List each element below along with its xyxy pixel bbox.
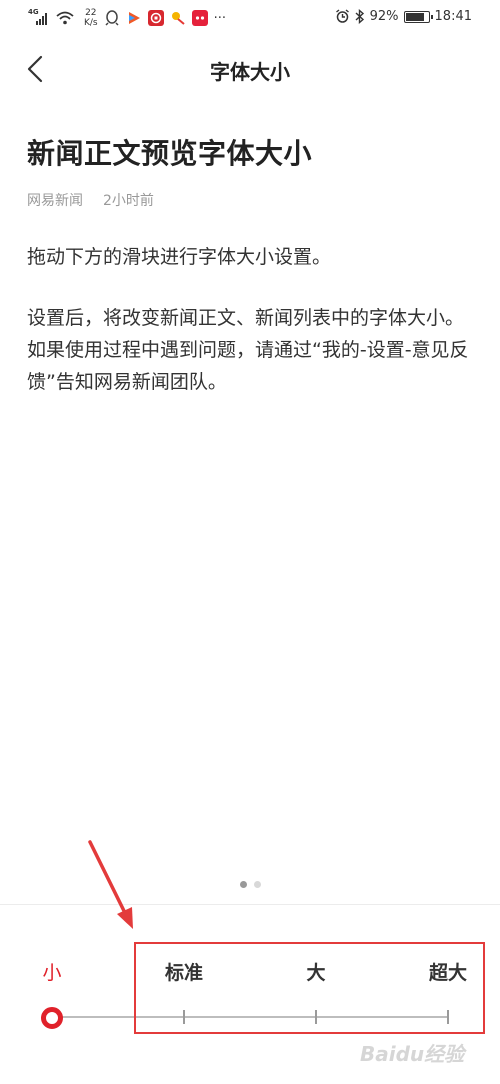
status-left: 4G 22 K/s ··· bbox=[28, 8, 226, 28]
bank-icon bbox=[147, 10, 164, 26]
page-dot bbox=[253, 881, 261, 888]
watermark: Baidu经验 bbox=[360, 1042, 465, 1066]
speed-unit: K/s bbox=[84, 18, 98, 28]
article-source: 网易新闻 bbox=[27, 193, 83, 209]
qq-icon bbox=[104, 10, 120, 26]
battery-icon bbox=[403, 10, 433, 23]
speed-value: 22 bbox=[85, 8, 97, 18]
status-right: 92% 18:41 bbox=[335, 9, 472, 24]
annotation-highlight-box bbox=[134, 942, 485, 1034]
alarm-icon bbox=[335, 9, 349, 23]
tmall-icon bbox=[191, 10, 208, 26]
nav-bar: 字体大小 bbox=[0, 36, 500, 102]
battery-level bbox=[405, 12, 424, 21]
size-option-small[interactable]: 小 bbox=[42, 958, 61, 985]
article-paragraph: 拖动下方的滑块进行字体大小设置。 bbox=[27, 246, 332, 268]
slider-handle[interactable] bbox=[41, 1007, 63, 1029]
network-speed: 22 K/s bbox=[84, 8, 98, 28]
clock-time: 18:41 bbox=[434, 9, 472, 24]
status-bar: 4G 22 K/s ··· 92% 18:41 bbox=[0, 0, 500, 36]
more-notifications-icon: ··· bbox=[213, 10, 227, 26]
article-title: 新闻正文预览字体大小 bbox=[27, 137, 313, 170]
divider bbox=[0, 904, 500, 905]
article-paragraph: 设置后，将改变新闻正文、新闻列表中的字体大小。如果使用过程中遇到问题，请通过“我… bbox=[27, 307, 469, 393]
battery-percent: 92% bbox=[369, 9, 399, 24]
cellular-signal-icon: 4G bbox=[28, 8, 50, 26]
wifi-icon bbox=[56, 11, 74, 25]
page-indicator bbox=[0, 881, 500, 888]
article-meta: 网易新闻 2小时前 bbox=[27, 190, 154, 210]
store-icon bbox=[170, 10, 186, 26]
page-title: 字体大小 bbox=[210, 60, 290, 84]
page-dot bbox=[239, 881, 247, 888]
video-icon bbox=[126, 10, 142, 26]
article-time: 2小时前 bbox=[103, 193, 154, 209]
bluetooth-icon bbox=[355, 9, 364, 24]
